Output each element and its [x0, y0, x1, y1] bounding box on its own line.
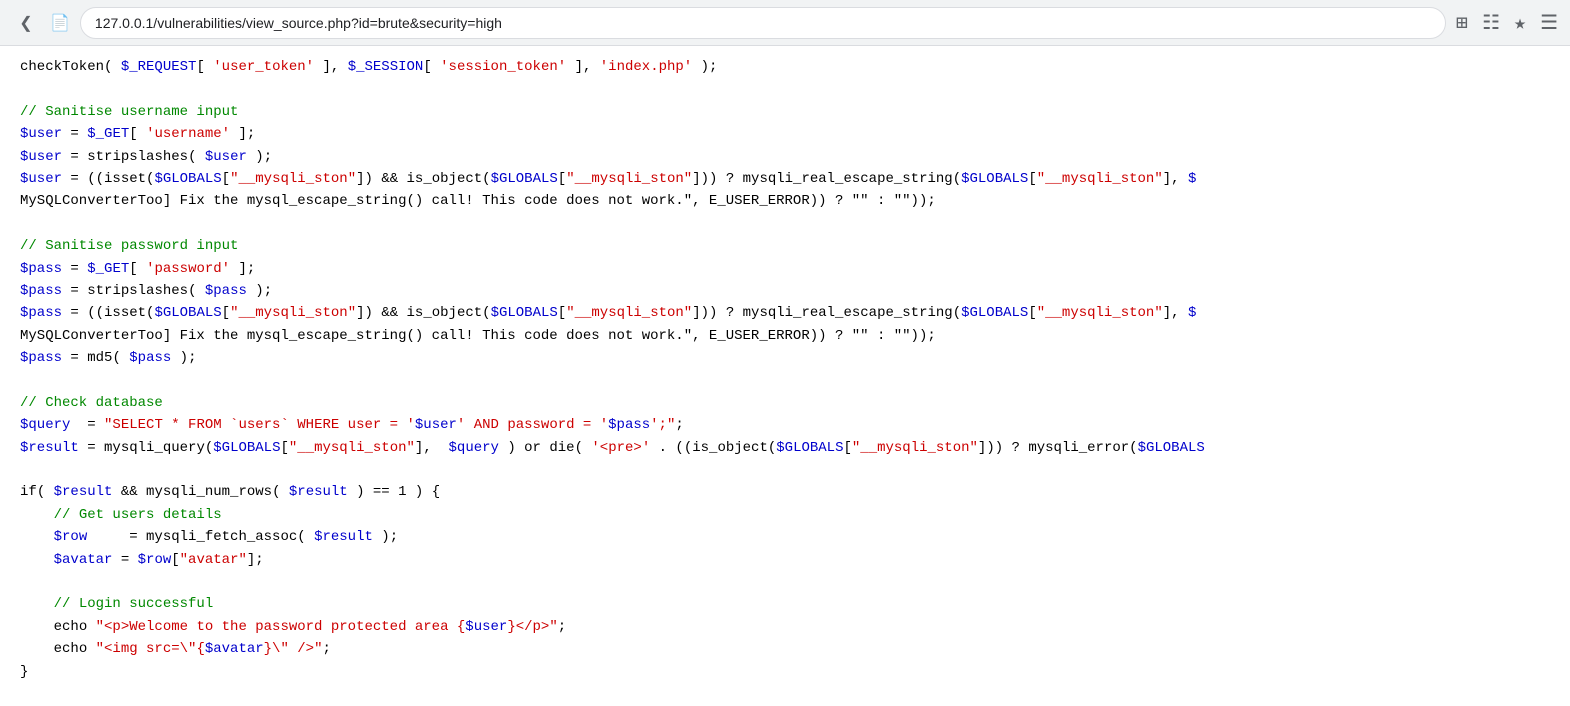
code-line-3: $user = $_GET[ 'username' ];	[0, 123, 1570, 145]
code-container: checkToken( $_REQUEST[ 'user_token' ], $…	[0, 46, 1570, 706]
code-line-1: checkToken( $_REQUEST[ 'user_token' ], $…	[0, 56, 1570, 78]
browser-toolbar: ❮ 📄 127.0.0.1/vulnerabilities/view_sourc…	[0, 0, 1570, 46]
code-line-18: echo "<img src=\"{$avatar}\" />";	[0, 638, 1570, 660]
code-line-13: $result = mysqli_query($GLOBALS["__mysql…	[0, 437, 1570, 459]
code-line-12: $query = "SELECT * FROM `users` WHERE us…	[0, 414, 1570, 436]
reader-icon[interactable]: ☷	[1482, 10, 1500, 36]
page-icon: 📄	[50, 13, 70, 33]
code-line-comment-1: // Sanitise username input	[0, 101, 1570, 123]
code-line-blank-1	[0, 78, 1570, 100]
code-line-comment-4: // Get users details	[0, 504, 1570, 526]
code-line-comment-5: // Login successful	[0, 593, 1570, 615]
code-line-comment-3: // Check database	[0, 392, 1570, 414]
bookmark-icon[interactable]: ★	[1514, 10, 1526, 36]
browser-actions: ⊞ ☷ ★ ☰	[1456, 10, 1558, 36]
menu-icon[interactable]: ☰	[1540, 10, 1558, 36]
code-line-blank-4	[0, 459, 1570, 481]
code-line-blank-3	[0, 369, 1570, 391]
code-line-15: $row = mysqli_fetch_assoc( $result );	[0, 526, 1570, 548]
code-line-14: if( $result && mysqli_num_rows( $result …	[0, 481, 1570, 503]
code-line-4: $user = stripslashes( $user );	[0, 146, 1570, 168]
code-line-19: }	[0, 661, 1570, 683]
url-text: 127.0.0.1/vulnerabilities/view_source.ph…	[95, 15, 502, 31]
code-line-8: $pass = stripslashes( $pass );	[0, 280, 1570, 302]
url-bar[interactable]: 127.0.0.1/vulnerabilities/view_source.ph…	[80, 7, 1446, 39]
qr-icon[interactable]: ⊞	[1456, 10, 1468, 36]
code-line-blank-5	[0, 571, 1570, 593]
code-line-9: $pass = ((isset($GLOBALS["__mysqli_ston"…	[0, 302, 1570, 324]
code-line-blank-2	[0, 213, 1570, 235]
code-line-10: MySQLConverterToo] Fix the mysql_escape_…	[0, 325, 1570, 347]
code-line-6: MySQLConverterToo] Fix the mysql_escape_…	[0, 190, 1570, 212]
code-line-comment-2: // Sanitise password input	[0, 235, 1570, 257]
code-line-11: $pass = md5( $pass );	[0, 347, 1570, 369]
code-line-5: $user = ((isset($GLOBALS["__mysqli_ston"…	[0, 168, 1570, 190]
code-line-16: $avatar = $row["avatar"];	[0, 549, 1570, 571]
code-line-17: echo "<p>Welcome to the password protect…	[0, 616, 1570, 638]
back-button[interactable]: ❮	[12, 9, 40, 37]
code-line-7: $pass = $_GET[ 'password' ];	[0, 258, 1570, 280]
